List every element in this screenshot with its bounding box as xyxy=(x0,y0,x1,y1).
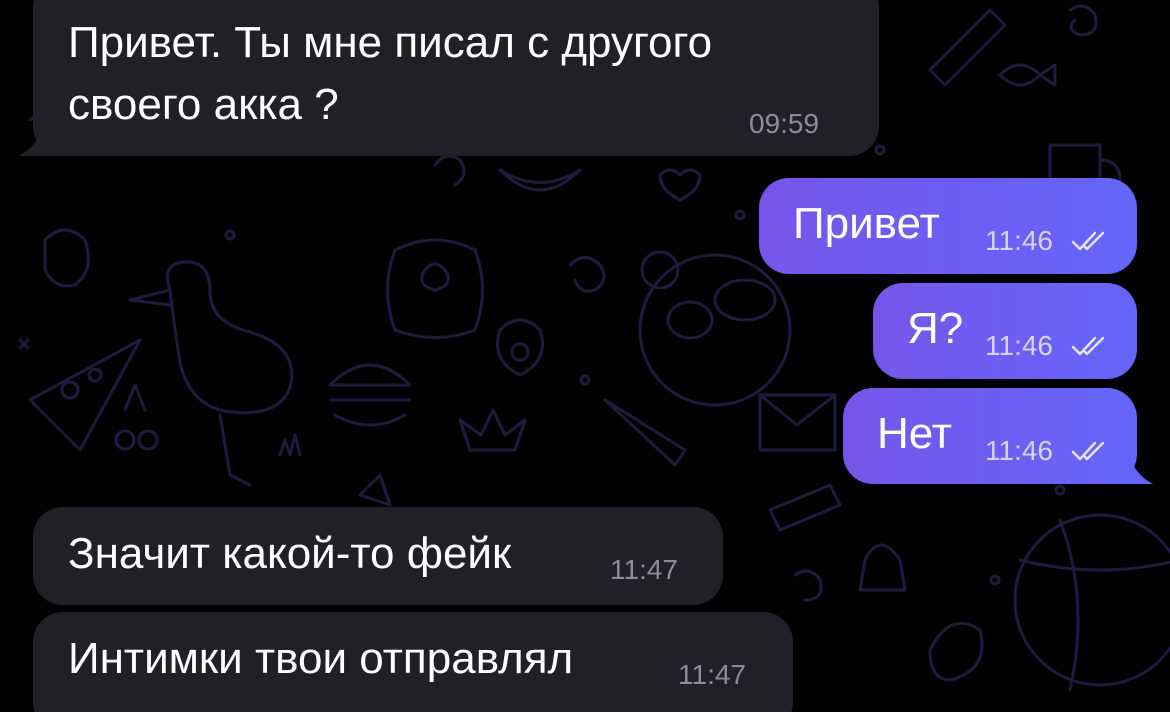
chat-area[interactable]: Привет. Ты мне писал с другого своего ак… xyxy=(0,0,1170,712)
message-timestamp: 09:59 xyxy=(749,108,820,139)
message-text-line: Привет. Ты мне писал с другого xyxy=(68,18,713,67)
message-timestamp: 11:46 xyxy=(985,330,1053,361)
bubble-tail-icon xyxy=(1107,446,1153,484)
double-check-icon xyxy=(1071,231,1105,251)
message-text: Привет xyxy=(793,199,940,248)
message-text: Значит какой-то фейк xyxy=(68,529,512,578)
bubble-tail-icon xyxy=(18,120,58,156)
message-timestamp: 11:47 xyxy=(678,659,746,690)
outgoing-message-bubble[interactable]: Я? 11:46 xyxy=(873,283,1137,379)
outgoing-message-bubble[interactable]: Нет 11:46 xyxy=(843,388,1137,484)
message-text-line: своего акка ? xyxy=(68,80,339,129)
message-timestamp: 11:46 xyxy=(985,435,1053,466)
incoming-message-bubble[interactable]: Значит какой-то фейк 11:47 xyxy=(33,507,723,605)
message-text: Интимки твои отправлял xyxy=(68,634,574,683)
message-text: Нет xyxy=(877,409,952,458)
incoming-message-bubble[interactable]: Привет. Ты мне писал с другого своего ак… xyxy=(33,0,879,156)
message-timestamp: 11:47 xyxy=(610,554,678,585)
outgoing-message-bubble[interactable]: Привет 11:46 xyxy=(759,178,1137,274)
message-timestamp: 11:46 xyxy=(985,225,1053,256)
message-text: Я? xyxy=(907,304,964,353)
double-check-icon xyxy=(1071,336,1105,356)
double-check-icon xyxy=(1071,441,1105,461)
incoming-message-bubble[interactable]: Интимки твои отправлял 11:47 xyxy=(33,612,793,712)
